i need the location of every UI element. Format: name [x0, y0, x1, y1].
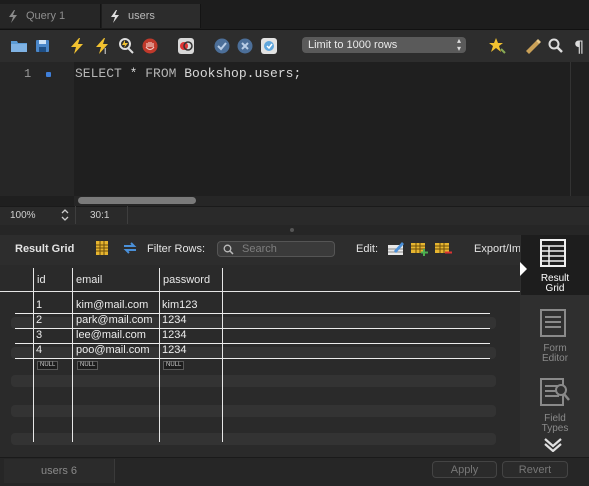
table-cell[interactable]: 1234 [162, 329, 186, 341]
limit-rows-value: Limit to 1000 rows [308, 39, 398, 51]
sql-editor[interactable] [0, 62, 589, 206]
column-header-id[interactable]: id [37, 274, 46, 286]
apply-button[interactable]: Apply [432, 461, 497, 478]
table-cell[interactable]: 1234 [162, 314, 186, 326]
form-editor-icon[interactable] [540, 309, 566, 337]
column-divider [159, 268, 160, 442]
snippets-icon[interactable] [524, 37, 542, 55]
cursor-position: 30:1 [90, 210, 110, 221]
table-cell[interactable]: kim123 [162, 299, 197, 311]
search-icon [223, 244, 234, 255]
table-cell[interactable]: kim@mail.com [76, 299, 148, 311]
column-divider [222, 268, 223, 442]
zoom-level[interactable]: 100% [10, 210, 36, 221]
add-row-icon[interactable] [411, 241, 429, 256]
edit-row-icon[interactable] [388, 241, 405, 256]
revert-button[interactable]: Revert [502, 461, 568, 478]
invisibles-icon[interactable]: ¶ [571, 37, 589, 55]
sql-code-line[interactable]: SELECT * FROM Bookshop.users; [75, 66, 301, 81]
splitter-handle-icon[interactable] [290, 228, 294, 232]
execute-current-icon[interactable]: I [93, 37, 111, 55]
status-divider [75, 206, 76, 224]
side-label-types: Types [541, 423, 569, 434]
result-tab-users[interactable]: users 6 [4, 459, 115, 483]
sql-text: * [121, 66, 146, 81]
table-cell[interactable]: lee@mail.com [76, 329, 146, 341]
editor-scroll-divider [570, 62, 571, 196]
grid-layout-icon[interactable] [96, 241, 108, 255]
rollback-icon[interactable] [236, 37, 254, 55]
execute-icon[interactable] [68, 37, 86, 55]
delete-row-icon[interactable] [435, 241, 453, 256]
horizontal-scroll-thumb[interactable] [78, 197, 196, 204]
refresh-icon[interactable] [122, 241, 138, 255]
tab-label: Query 1 [26, 10, 66, 22]
header-divider [0, 291, 520, 292]
chevron-down-icon[interactable] [542, 436, 564, 452]
table-cell[interactable]: 3 [36, 329, 42, 341]
find-icon[interactable] [547, 37, 565, 55]
column-divider [72, 268, 73, 442]
table-cell[interactable]: 4 [36, 344, 42, 356]
null-placeholder[interactable]: NULL [77, 361, 99, 370]
table-cell[interactable]: park@mail.com [76, 314, 153, 326]
editor-status-bar [0, 206, 589, 226]
column-divider [33, 268, 34, 442]
svg-text:¶: ¶ [574, 37, 584, 55]
bolt-icon [111, 9, 119, 23]
stop-icon[interactable] [141, 37, 159, 55]
tab-query-1[interactable]: Query 1 [0, 4, 101, 28]
table-cell[interactable]: 1234 [162, 344, 186, 356]
field-types-icon[interactable] [540, 378, 570, 408]
table-cell[interactable]: poo@mail.com [76, 344, 150, 356]
save-icon[interactable] [34, 37, 52, 55]
column-header-password[interactable]: password [163, 274, 210, 286]
sql-keyword: SELECT [75, 66, 122, 81]
tab-users[interactable]: users [102, 4, 201, 28]
commit-icon[interactable] [213, 37, 231, 55]
open-folder-icon[interactable] [10, 37, 28, 55]
row-divider [15, 358, 490, 359]
grid-row-background [11, 375, 496, 387]
export-import-label[interactable]: Export/Im [474, 243, 520, 255]
column-header-email[interactable]: email [76, 274, 102, 286]
autocommit-icon[interactable] [260, 37, 278, 55]
grid-row-background [11, 433, 496, 445]
null-placeholder[interactable]: NULL [37, 361, 59, 370]
statement-marker-icon [46, 72, 51, 77]
bolt-icon [9, 9, 17, 23]
stepper-arrows-icon: ▴ ▾ [456, 36, 461, 53]
result-grid-icon [540, 239, 566, 267]
svg-text:I: I [104, 47, 106, 55]
sql-text: Bookshop.users; [176, 66, 302, 81]
panel-splitter[interactable] [0, 225, 589, 235]
table-cell[interactable]: 1 [36, 299, 42, 311]
limit-rows-select[interactable]: Limit to 1000 rows ▴ ▾ [302, 37, 466, 53]
sql-keyword: FROM [145, 66, 177, 81]
editor-gutter [0, 62, 74, 196]
explain-icon[interactable] [117, 37, 135, 55]
side-label-grid: Grid [545, 283, 565, 294]
tab-label: users [128, 10, 155, 22]
filter-search-input[interactable] [217, 241, 335, 257]
toggle-error-icon[interactable] [177, 37, 195, 55]
null-placeholder[interactable]: NULL [163, 361, 185, 370]
edit-label: Edit: [356, 243, 379, 255]
grid-row-background [11, 405, 496, 417]
filter-rows-label: Filter Rows: [147, 243, 206, 255]
beautify-icon[interactable] [488, 37, 506, 55]
zoom-stepper-icon[interactable] [61, 208, 69, 222]
table-cell[interactable]: 2 [36, 314, 42, 326]
result-grid-label: Result Grid [15, 243, 75, 255]
status-divider [127, 206, 128, 224]
side-label-editor: Editor [541, 353, 569, 364]
line-number: 1 [24, 67, 32, 81]
